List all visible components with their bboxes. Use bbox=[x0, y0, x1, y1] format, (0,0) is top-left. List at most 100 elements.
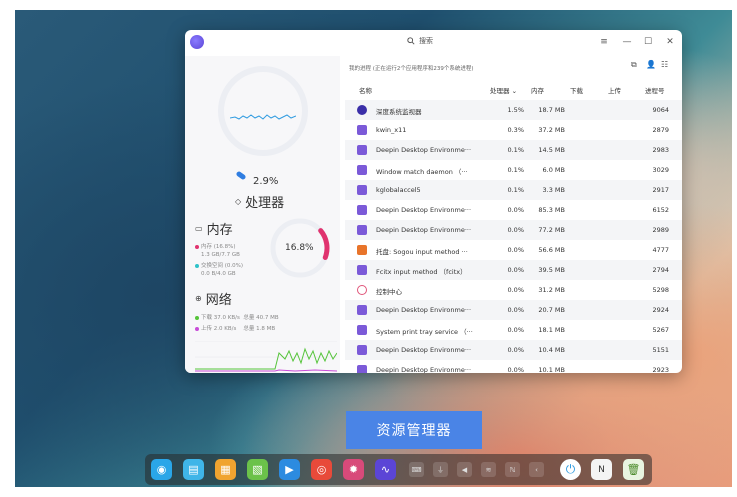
process-icon bbox=[357, 185, 367, 195]
process-pid: 2794 bbox=[652, 266, 669, 274]
col-cpu[interactable]: 处理器 ⌄ bbox=[490, 85, 517, 95]
process-pid: 9064 bbox=[652, 106, 669, 114]
process-name: Fcitx input method （fcitx） bbox=[376, 268, 467, 276]
process-memory: 18.1 MB bbox=[538, 326, 565, 334]
col-upload[interactable]: 上传 bbox=[608, 85, 621, 95]
table-row[interactable]: kwin_x11 0.3% 37.2 MB 2879 bbox=[345, 120, 682, 140]
table-row[interactable]: Deepin Desktop Environme··· 0.0% 20.7 MB 29… bbox=[345, 300, 682, 320]
system-monitor-icon[interactable]: ∿ bbox=[375, 459, 396, 480]
list-view-icon[interactable]: ☷ bbox=[661, 60, 670, 69]
table-row[interactable]: Fcitx input method （fcitx） 0.0% 39.5 MB 279… bbox=[345, 260, 682, 280]
col-download[interactable]: 下载 bbox=[570, 85, 583, 95]
process-pid: 2879 bbox=[652, 126, 669, 134]
menu-button[interactable]: ≡ bbox=[597, 36, 611, 48]
process-icon bbox=[357, 125, 367, 135]
titlebar: 搜索 ≡ — ☐ ✕ bbox=[185, 30, 682, 56]
system-monitor-window: 搜索 ≡ — ☐ ✕ 2.9% ◇ 处理器 ▭ 内存 内存 (16.8%) 1.… bbox=[185, 30, 682, 373]
power-icon[interactable]: ⏻ bbox=[560, 459, 581, 480]
app-view-icon[interactable]: ⧉ bbox=[631, 60, 640, 69]
upload-dot-icon bbox=[195, 326, 199, 331]
process-cpu: 0.0% bbox=[507, 366, 524, 373]
table-row[interactable]: Deepin Desktop Environme··· 0.0% 10.4 MB 51… bbox=[345, 340, 682, 360]
user-view-icon[interactable]: 👤 bbox=[646, 60, 656, 69]
process-cpu: 0.1% bbox=[507, 146, 524, 154]
file-manager-icon[interactable]: ▤ bbox=[183, 459, 204, 480]
table-row[interactable]: 托盘: Sogou input method ··· 0.0% 56.6 MB 477… bbox=[345, 240, 682, 260]
process-icon bbox=[357, 285, 367, 295]
process-table-body: 深度系统监视器 1.5% 18.7 MB 9064 kwin_x11 0.3% 37.2 M… bbox=[345, 100, 682, 373]
process-summary: 我的进程 (正在运行2个应用程序和239个系统进程) bbox=[349, 66, 474, 72]
process-name: Deepin Desktop Environme··· bbox=[376, 346, 472, 354]
table-row[interactable]: System print tray service （··· 0.0% 18.1 M… bbox=[345, 320, 682, 340]
process-name: 深度系统监视器 bbox=[376, 108, 422, 116]
col-memory[interactable]: 内存 bbox=[531, 85, 544, 95]
process-name: Deepin Desktop Environme··· bbox=[376, 226, 472, 234]
table-row[interactable]: kglobalaccel5 0.1% 3.3 MB 2917 bbox=[345, 180, 682, 200]
process-memory: 37.2 MB bbox=[538, 126, 565, 134]
network-legend: 下载 37.0 KB/s 总量 40.7 MB 上传 2.0 KB/s 总量 1… bbox=[195, 314, 279, 333]
memory-percent: 16.8% bbox=[285, 243, 314, 253]
input-method-tray-icon[interactable]: ℕ bbox=[505, 462, 520, 477]
process-pid: 5267 bbox=[652, 326, 669, 334]
dock: ⏻ N 🗑 ◉ ▤ ▦ ▧ ▶ ◎ ✹ ∿ ⌨ ⏚ ◀ ≋ ℕ ‹ bbox=[145, 454, 652, 485]
keyboard-tray-icon[interactable]: ⌨ bbox=[409, 462, 424, 477]
process-name: kglobalaccel5 bbox=[376, 186, 421, 194]
media-player-icon[interactable]: ▶ bbox=[279, 459, 300, 480]
cpu-title-text: 处理器 bbox=[245, 196, 285, 211]
app-logo-icon bbox=[190, 35, 204, 49]
table-row[interactable]: 深度系统监视器 1.5% 18.7 MB 9064 bbox=[345, 100, 682, 120]
download-total: 总量 40.7 MB bbox=[243, 315, 279, 321]
usb-tray-icon[interactable]: ⏚ bbox=[433, 462, 448, 477]
launcher-icon[interactable]: ◉ bbox=[151, 459, 172, 480]
process-pid: 6152 bbox=[652, 206, 669, 214]
col-name[interactable]: 名称 bbox=[359, 85, 372, 95]
maximize-button[interactable]: ☐ bbox=[641, 36, 655, 48]
download-dot-icon bbox=[195, 315, 199, 320]
chrome-icon[interactable]: ◎ bbox=[311, 459, 332, 480]
upload-rate: 上传 2.0 KB/s bbox=[201, 326, 237, 332]
table-row[interactable]: Deepin Desktop Environme··· 0.0% 77.2 MB 29… bbox=[345, 220, 682, 240]
table-row[interactable]: Deepin Desktop Environme··· 0.0% 10.1 MB 29… bbox=[345, 360, 682, 373]
process-pid: 5298 bbox=[652, 286, 669, 294]
search-box[interactable]: 搜索 bbox=[407, 36, 433, 46]
process-memory: 31.2 MB bbox=[538, 286, 565, 294]
app-store-icon[interactable]: ▦ bbox=[215, 459, 236, 480]
table-row[interactable]: Deepin Desktop Environme··· 0.0% 85.3 MB 61… bbox=[345, 200, 682, 220]
process-memory: 18.7 MB bbox=[538, 106, 565, 114]
trash-icon[interactable]: 🗑 bbox=[623, 459, 644, 480]
process-memory: 10.1 MB bbox=[538, 366, 565, 373]
process-memory: 85.3 MB bbox=[538, 206, 565, 214]
close-button[interactable]: ✕ bbox=[663, 36, 677, 48]
document-viewer-icon[interactable]: ▧ bbox=[247, 459, 268, 480]
process-cpu: 0.0% bbox=[507, 246, 524, 254]
col-pid[interactable]: 进程号 bbox=[645, 85, 665, 95]
settings-icon[interactable]: ✹ bbox=[343, 459, 364, 480]
minimize-button[interactable]: — bbox=[620, 36, 634, 48]
process-name: 托盘: Sogou input method ··· bbox=[376, 248, 468, 256]
process-icon bbox=[357, 105, 367, 115]
process-memory: 14.5 MB bbox=[538, 146, 565, 154]
table-row[interactable]: Window match daemon （··· 0.1% 6.0 MB 3029 bbox=[345, 160, 682, 180]
volume-tray-icon[interactable]: ◀ bbox=[457, 462, 472, 477]
process-memory: 77.2 MB bbox=[538, 226, 565, 234]
expand-tray-icon[interactable]: ‹ bbox=[529, 462, 544, 477]
table-row[interactable]: Deepin Desktop Environme··· 0.1% 14.5 MB 29… bbox=[345, 140, 682, 160]
network-title-text: 网络 bbox=[205, 293, 232, 308]
process-pid: 2917 bbox=[652, 186, 669, 194]
wifi-tray-icon[interactable]: ≋ bbox=[481, 462, 496, 477]
process-cpu: 1.5% bbox=[507, 106, 524, 114]
process-icon bbox=[357, 205, 367, 215]
table-row[interactable]: 控制中心 0.0% 31.2 MB 5298 bbox=[345, 280, 682, 300]
process-cpu: 0.1% bbox=[507, 166, 524, 174]
swap-usage-value: 0.0 B/4.0 GB bbox=[201, 271, 236, 277]
process-icon bbox=[357, 245, 367, 255]
memory-dot-icon bbox=[195, 244, 199, 249]
col-cpu-label: 处理器 bbox=[490, 87, 510, 95]
process-pid: 5151 bbox=[652, 346, 669, 354]
process-cpu: 0.0% bbox=[507, 306, 524, 314]
sogou-icon[interactable]: N bbox=[591, 459, 612, 480]
swap-usage-label: 交换空间 (0.0%) bbox=[201, 263, 244, 269]
process-pid: 2924 bbox=[652, 306, 669, 314]
caption-banner: 资源管理器 bbox=[346, 411, 482, 449]
download-rate: 下载 37.0 KB/s bbox=[201, 315, 240, 321]
